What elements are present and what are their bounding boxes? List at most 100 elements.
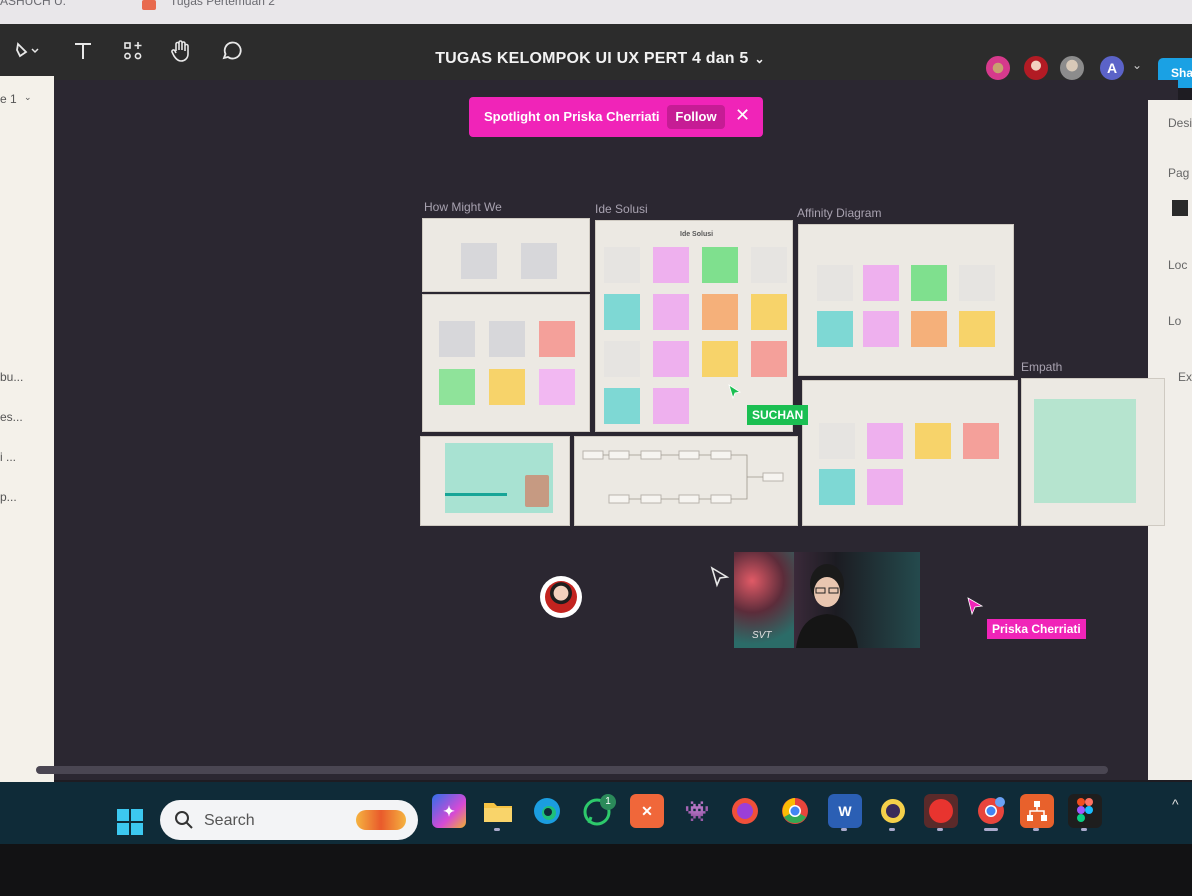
- sticky-note[interactable]: [751, 247, 787, 283]
- frame-screen-mockup[interactable]: [420, 436, 570, 526]
- game-app-icon[interactable]: 👾: [680, 794, 714, 828]
- frame-empathy-map[interactable]: [1021, 378, 1165, 526]
- frame-label-empath[interactable]: Empath: [1021, 360, 1062, 374]
- running-indicator: [841, 828, 847, 831]
- sticky-note[interactable]: [959, 311, 995, 347]
- sticky-note[interactable]: [915, 423, 951, 459]
- avatar-2[interactable]: [1022, 54, 1050, 82]
- screen: ASHUCH U. Tugas Pertemuan 2 TUGAS KELOMP…: [0, 0, 1192, 896]
- sticky-note[interactable]: [702, 341, 738, 377]
- running-indicator: [1081, 828, 1087, 831]
- layer-item-2[interactable]: es...: [0, 410, 23, 424]
- file-title[interactable]: TUGAS KELOMPOK UI UX PERT 4 dan 5 ⌄: [410, 50, 790, 68]
- frame-label-ide-solusi[interactable]: Ide Solusi: [595, 202, 648, 216]
- follow-button[interactable]: Follow: [667, 105, 725, 129]
- canvas-horizontal-scrollbar[interactable]: [36, 766, 1108, 774]
- sticky-note[interactable]: [653, 388, 689, 424]
- sticky-note[interactable]: [819, 423, 855, 459]
- frame-affinity-top[interactable]: [798, 224, 1014, 376]
- page-chevron-icon[interactable]: ⌄: [24, 92, 32, 103]
- layer-item-3[interactable]: i ...: [0, 450, 16, 464]
- diagram-app-icon[interactable]: [1020, 794, 1054, 828]
- local-variables-label: Lo: [1168, 314, 1182, 328]
- sticky-note[interactable]: [911, 311, 947, 347]
- windows-start-icon[interactable]: [116, 808, 144, 836]
- sticky-note[interactable]: [819, 469, 855, 505]
- sticky-note[interactable]: [489, 321, 525, 357]
- avatar-me[interactable]: A: [1098, 54, 1126, 82]
- suchan-cursor-icon: [728, 384, 742, 400]
- sticky-note[interactable]: [911, 265, 947, 301]
- running-indicator: [1033, 828, 1039, 831]
- comment-tool-icon[interactable]: [216, 36, 246, 66]
- sticky-note[interactable]: [817, 265, 853, 301]
- text-tool-icon[interactable]: [68, 36, 98, 66]
- close-icon[interactable]: ✕: [735, 105, 750, 126]
- chrome-profile-icon[interactable]: [974, 794, 1008, 828]
- sticky-note[interactable]: [751, 294, 787, 330]
- sticky-note[interactable]: [539, 369, 575, 405]
- sticky-note[interactable]: [439, 321, 475, 357]
- tab-1[interactable]: ASHUCH U.: [0, 0, 66, 8]
- sticky-note[interactable]: [702, 294, 738, 330]
- sticky-note[interactable]: [539, 321, 575, 357]
- taskbar-search-input[interactable]: Search: [160, 800, 418, 840]
- spotlight-label: Spotlight on Priska Cherriati: [484, 109, 660, 124]
- priska-cursor-label: Priska Cherriati: [987, 619, 1086, 639]
- frame-ide-solusi[interactable]: Ide Solusi: [595, 220, 793, 432]
- page-selector[interactable]: e 1: [0, 92, 17, 106]
- sticky-note[interactable]: [604, 388, 640, 424]
- sticky-note[interactable]: [863, 265, 899, 301]
- figma-icon[interactable]: [1068, 794, 1102, 828]
- sticky-note[interactable]: [867, 423, 903, 459]
- chrome-icon[interactable]: [778, 794, 812, 828]
- layer-item-1[interactable]: bu...: [0, 370, 23, 384]
- file-title-text: TUGAS KELOMPOK UI UX PERT 4 dan 5: [435, 50, 749, 67]
- frame-user-flow[interactable]: [574, 436, 798, 526]
- sticky-note[interactable]: [489, 369, 525, 405]
- file-explorer-icon[interactable]: [481, 794, 515, 828]
- frame-how-might-we-bottom[interactable]: [422, 294, 590, 432]
- sticky-note[interactable]: [653, 247, 689, 283]
- firefox-icon[interactable]: [728, 794, 762, 828]
- frame-how-might-we-top[interactable]: [422, 218, 590, 292]
- avatar-menu-chevron-icon[interactable]: ⌄: [1132, 58, 1142, 72]
- sticky-note[interactable]: [461, 243, 497, 279]
- sticky-note[interactable]: [604, 294, 640, 330]
- xampp-icon[interactable]: ✕: [630, 794, 664, 828]
- hand-tool-icon[interactable]: [166, 36, 196, 66]
- pen-tool-icon[interactable]: [12, 36, 42, 66]
- sticky-note[interactable]: [817, 311, 853, 347]
- canvas-photo[interactable]: SVT: [734, 552, 920, 648]
- design-tab[interactable]: Desi: [1168, 116, 1192, 130]
- frame-label-how-might-we[interactable]: How Might We: [424, 200, 502, 214]
- sticky-note[interactable]: [702, 247, 738, 283]
- adobe-express-icon[interactable]: ✦: [432, 794, 466, 828]
- sticky-note[interactable]: [653, 294, 689, 330]
- edge-browser-icon[interactable]: [530, 794, 564, 828]
- sticky-note[interactable]: [653, 341, 689, 377]
- system-tray-chevron-icon[interactable]: ^: [1172, 796, 1179, 812]
- frame-affinity-bottom[interactable]: [802, 380, 1018, 526]
- sticky-note[interactable]: [439, 369, 475, 405]
- sticky-note[interactable]: [863, 311, 899, 347]
- ea-app-icon[interactable]: [924, 794, 958, 828]
- word-icon[interactable]: W: [828, 794, 862, 828]
- page-color-swatch[interactable]: [1172, 200, 1188, 216]
- avatar-1[interactable]: [984, 54, 1012, 82]
- sticky-note[interactable]: [867, 469, 903, 505]
- components-tool-icon[interactable]: [118, 36, 148, 66]
- sticky-note[interactable]: [959, 265, 995, 301]
- whatsapp-badge: 1: [600, 794, 616, 810]
- layer-item-4[interactable]: p...: [0, 490, 17, 504]
- avatar-3[interactable]: [1058, 54, 1086, 82]
- sticky-note[interactable]: [604, 341, 640, 377]
- security-app-icon[interactable]: [876, 794, 910, 828]
- sticky-note[interactable]: [521, 243, 557, 279]
- frame-label-affinity[interactable]: Affinity Diagram: [797, 206, 881, 220]
- sticky-note[interactable]: [751, 341, 787, 377]
- sticky-note[interactable]: [604, 247, 640, 283]
- tab-2[interactable]: Tugas Pertemuan 2: [170, 0, 275, 8]
- search-highlight-icon: [356, 810, 406, 830]
- sticky-note[interactable]: [963, 423, 999, 459]
